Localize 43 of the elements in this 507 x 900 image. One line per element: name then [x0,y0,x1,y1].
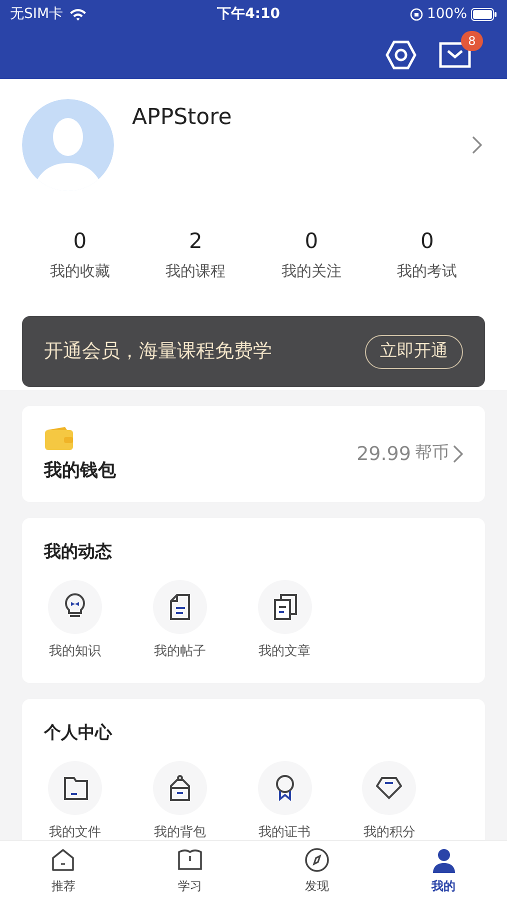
wifi-icon [69,8,88,20]
activate-button[interactable]: 立即开通 [365,334,463,368]
section-title: 个人中心 [44,722,114,745]
stat-label[interactable]: 我的关注 [281,260,342,282]
stat-label[interactable]: 我的课程 [166,260,226,282]
stat-count[interactable]: 0 [73,226,87,258]
menu-item-label[interactable]: 我的帖子 [154,642,206,661]
person-icon [430,846,457,874]
stat-label[interactable]: 我的考试 [397,260,458,282]
currency-unit: 帮币 [415,442,449,465]
stat-count[interactable]: 0 [304,226,318,258]
carrier-text: 无SIM卡 [10,4,64,24]
menu-item-label[interactable]: 我的文章 [258,642,310,661]
menu-item-label[interactable]: 我的背包 [154,822,206,840]
stat-count[interactable]: 0 [420,226,434,258]
menu-item-label[interactable]: 我的证书 [258,822,310,840]
battery-percent: 100% [426,4,467,24]
battery-icon [471,8,497,20]
documents-icon [272,592,298,620]
message-count-badge: 8 [461,30,483,50]
section-title: 我的动态 [44,541,113,564]
wallet-icon [44,427,74,451]
stat-count[interactable]: 2 [188,226,202,258]
settings-icon[interactable] [385,40,417,70]
tab[interactable]: 我的 [380,841,507,900]
tab[interactable]: 发现 [254,841,380,900]
chevron-right-icon[interactable] [471,135,483,155]
clock-text: 下午4:10 [217,4,280,24]
user-name: APPStore [132,104,232,132]
wallet-title: 我的钱包 [44,459,116,483]
compass-icon [304,846,330,874]
chevron-right-icon [453,444,463,463]
wallet-card[interactable]: 我的钱包 29.99 帮币 [22,406,485,502]
vip-promo-text: 开通会员，海量课程免费学 [44,339,272,364]
wallet-balance: 29.99 [356,442,411,466]
menu-item-label[interactable]: 我的文件 [49,822,101,840]
mail-icon[interactable] [439,42,471,68]
menu-item-label[interactable]: 我的积分 [363,822,416,840]
menu-item-label[interactable]: 我的知识 [49,642,101,661]
lock-rotation-icon [410,8,423,20]
tab[interactable]: 学习 [126,841,254,900]
tab[interactable]: 推荐 [0,841,127,900]
stat-label[interactable]: 我的收藏 [50,260,110,282]
